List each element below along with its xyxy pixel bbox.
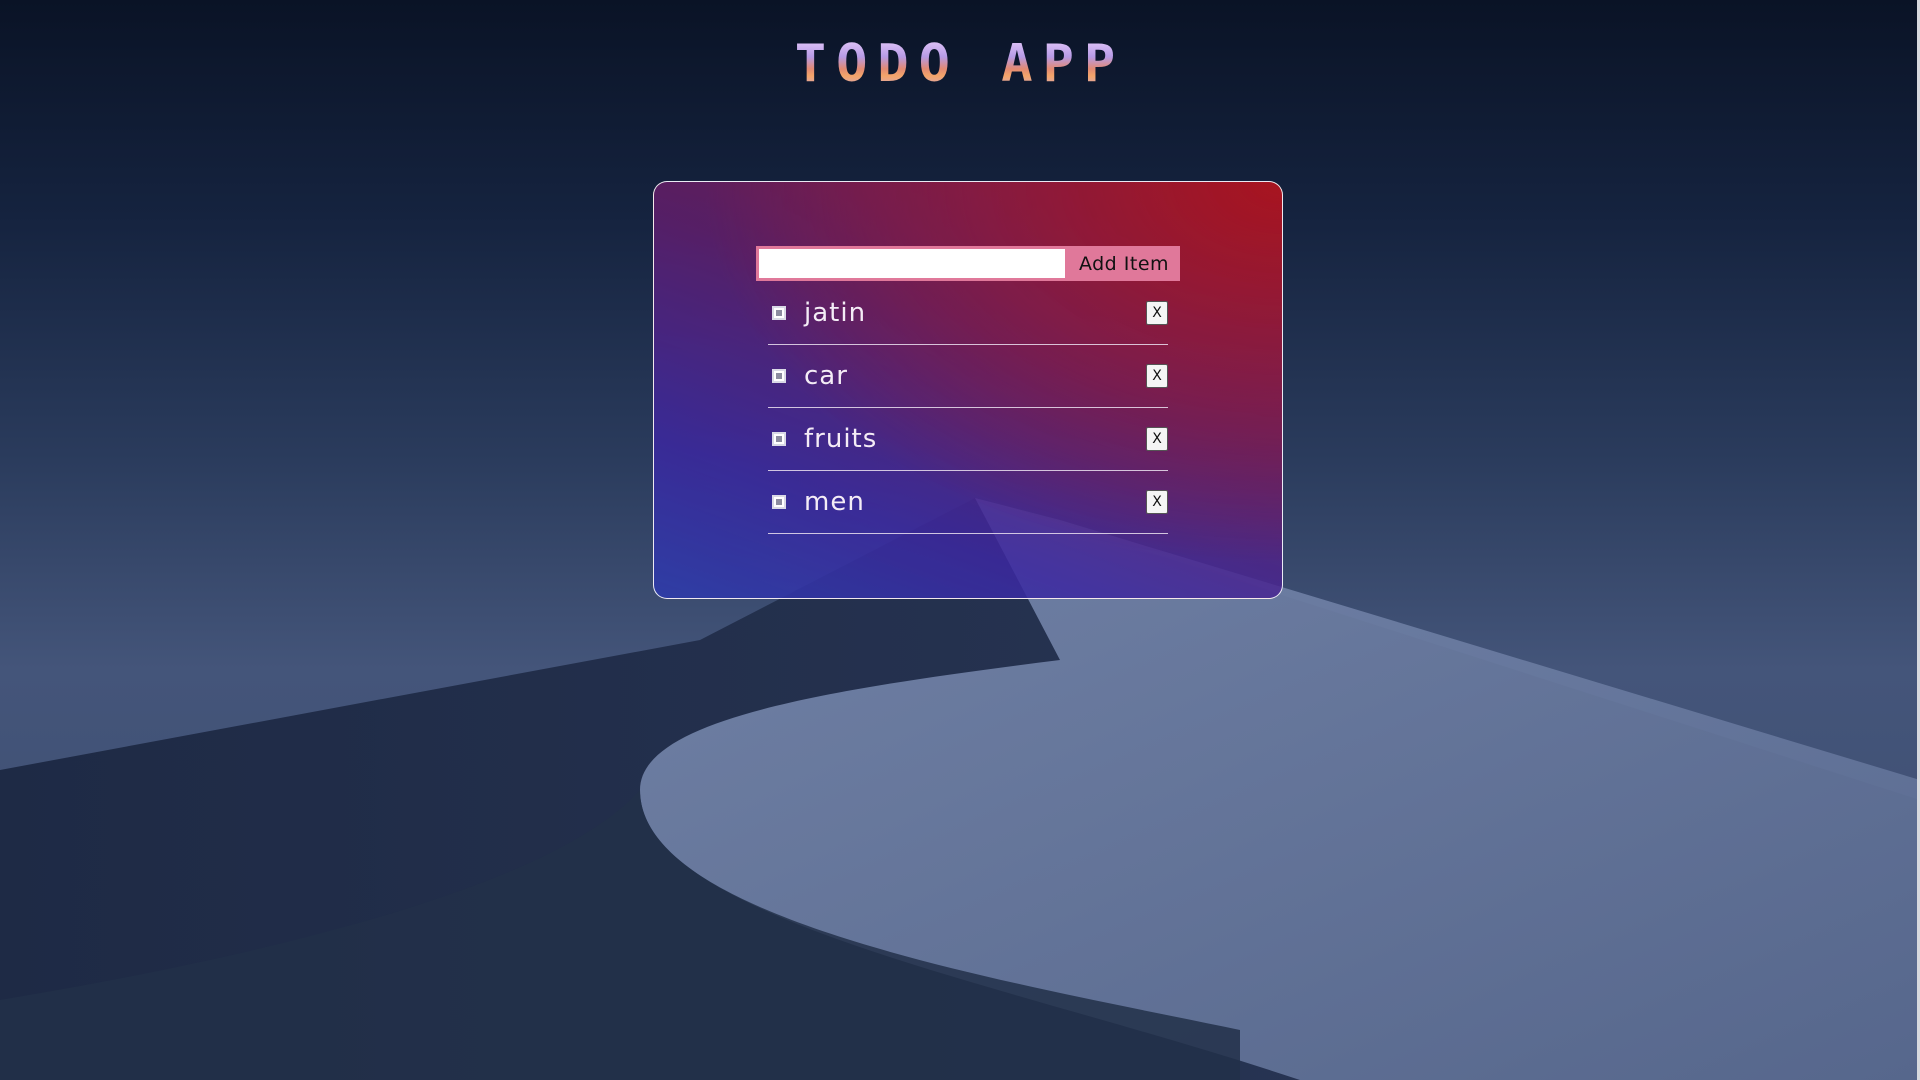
todo-checkbox[interactable] [772,306,786,320]
new-item-input[interactable] [756,246,1068,281]
todo-card: Add Item jatin X car X fruits X men X [653,181,1283,599]
todo-checkbox[interactable] [772,495,786,509]
delete-button[interactable]: X [1146,364,1168,388]
todo-item-fruits: fruits X [768,408,1168,471]
todo-label: fruits [804,424,878,454]
add-item-button[interactable]: Add Item [1068,246,1180,281]
add-item-form: Add Item [756,246,1180,281]
delete-button[interactable]: X [1146,301,1168,325]
todo-checkbox[interactable] [772,432,786,446]
todo-list: jatin X car X fruits X men X [768,282,1168,534]
todo-item-car: car X [768,345,1168,408]
todo-checkbox[interactable] [772,369,786,383]
todo-label: men [804,487,865,517]
todo-label: car [804,361,848,391]
todo-item-jatin: jatin X [768,282,1168,345]
todo-item-men: men X [768,471,1168,534]
delete-button[interactable]: X [1146,427,1168,451]
delete-button[interactable]: X [1146,490,1168,514]
app-title: TODO APP [0,34,1920,94]
todo-label: jatin [804,298,867,328]
